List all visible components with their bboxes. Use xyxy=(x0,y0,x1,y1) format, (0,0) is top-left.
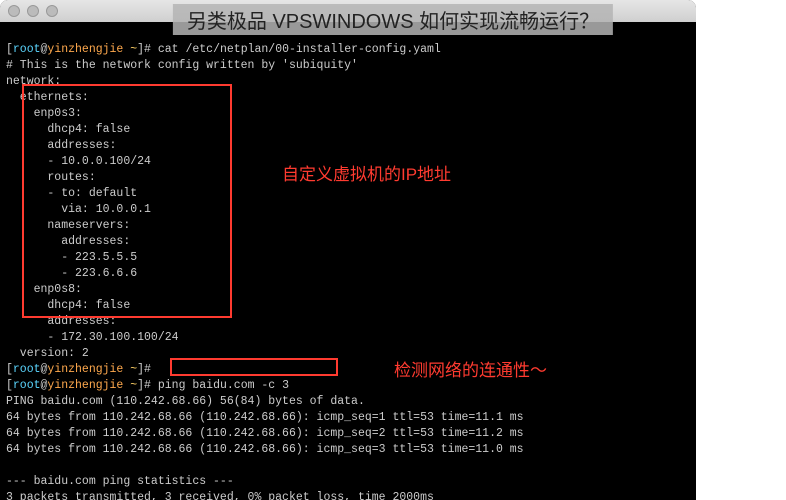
output-line: - to: default xyxy=(6,187,137,200)
output-line: version: 2 xyxy=(6,347,89,360)
cmd-cat: cat /etc/netplan/00-installer-config.yam… xyxy=(158,43,441,56)
output-line: 64 bytes from 110.242.68.66 (110.242.68.… xyxy=(6,427,524,440)
output-line: routes: xyxy=(6,171,96,184)
output-line: 3 packets transmitted, 3 received, 0% pa… xyxy=(6,491,434,500)
zoom-icon[interactable] xyxy=(46,5,58,17)
output-line: enp0s3: xyxy=(6,107,82,120)
output-line: enp0s8: xyxy=(6,283,82,296)
prompt-user: root xyxy=(13,43,41,56)
output-line: - 223.6.6.6 xyxy=(6,267,137,280)
page-title: 另类极品 VPSWINDOWS 如何实现流畅运行？ xyxy=(173,4,613,35)
output-line: 64 bytes from 110.242.68.66 (110.242.68.… xyxy=(6,443,524,456)
close-icon[interactable] xyxy=(8,5,20,17)
output-line: dhcp4: false xyxy=(6,123,130,136)
output-line: dhcp4: false xyxy=(6,299,130,312)
output-line: addresses: xyxy=(6,235,130,248)
minimize-icon[interactable] xyxy=(27,5,39,17)
output-line: via: 10.0.0.1 xyxy=(6,203,151,216)
terminal-window: [root@yinzhengjie ~]# cat /etc/netplan/0… xyxy=(0,0,696,500)
output-line: ethernets: xyxy=(6,91,89,104)
prompt-line: [root@yinzhengjie ~]# cat /etc/netplan/0… xyxy=(6,43,441,56)
annotation-ip: 自定义虚拟机的IP地址 xyxy=(282,160,451,185)
terminal-body[interactable]: [root@yinzhengjie ~]# cat /etc/netplan/0… xyxy=(0,22,696,500)
cmd-ping: ping baidu.com -c 3 xyxy=(158,379,289,392)
output-line: - 223.5.5.5 xyxy=(6,251,137,264)
output-line: --- baidu.com ping statistics --- xyxy=(6,475,234,488)
output-line: network: xyxy=(6,75,61,88)
prompt-host: yinzhengjie xyxy=(47,43,123,56)
output-line: # This is the network config written by … xyxy=(6,59,358,72)
output-line: addresses: xyxy=(6,139,116,152)
output-line: PING baidu.com (110.242.68.66) 56(84) by… xyxy=(6,395,365,408)
output-line: 64 bytes from 110.242.68.66 (110.242.68.… xyxy=(6,411,524,424)
output-line: - 172.30.100.100/24 xyxy=(6,331,179,344)
output-line: nameservers: xyxy=(6,219,130,232)
annotation-ping: 检测网络的连通性～ xyxy=(394,356,547,381)
prompt-line: [root@yinzhengjie ~]# ping baidu.com -c … xyxy=(6,379,289,392)
output-line: - 10.0.0.100/24 xyxy=(6,155,151,168)
prompt-line: [root@yinzhengjie ~]# xyxy=(6,363,151,376)
output-line: addresses: xyxy=(6,315,116,328)
